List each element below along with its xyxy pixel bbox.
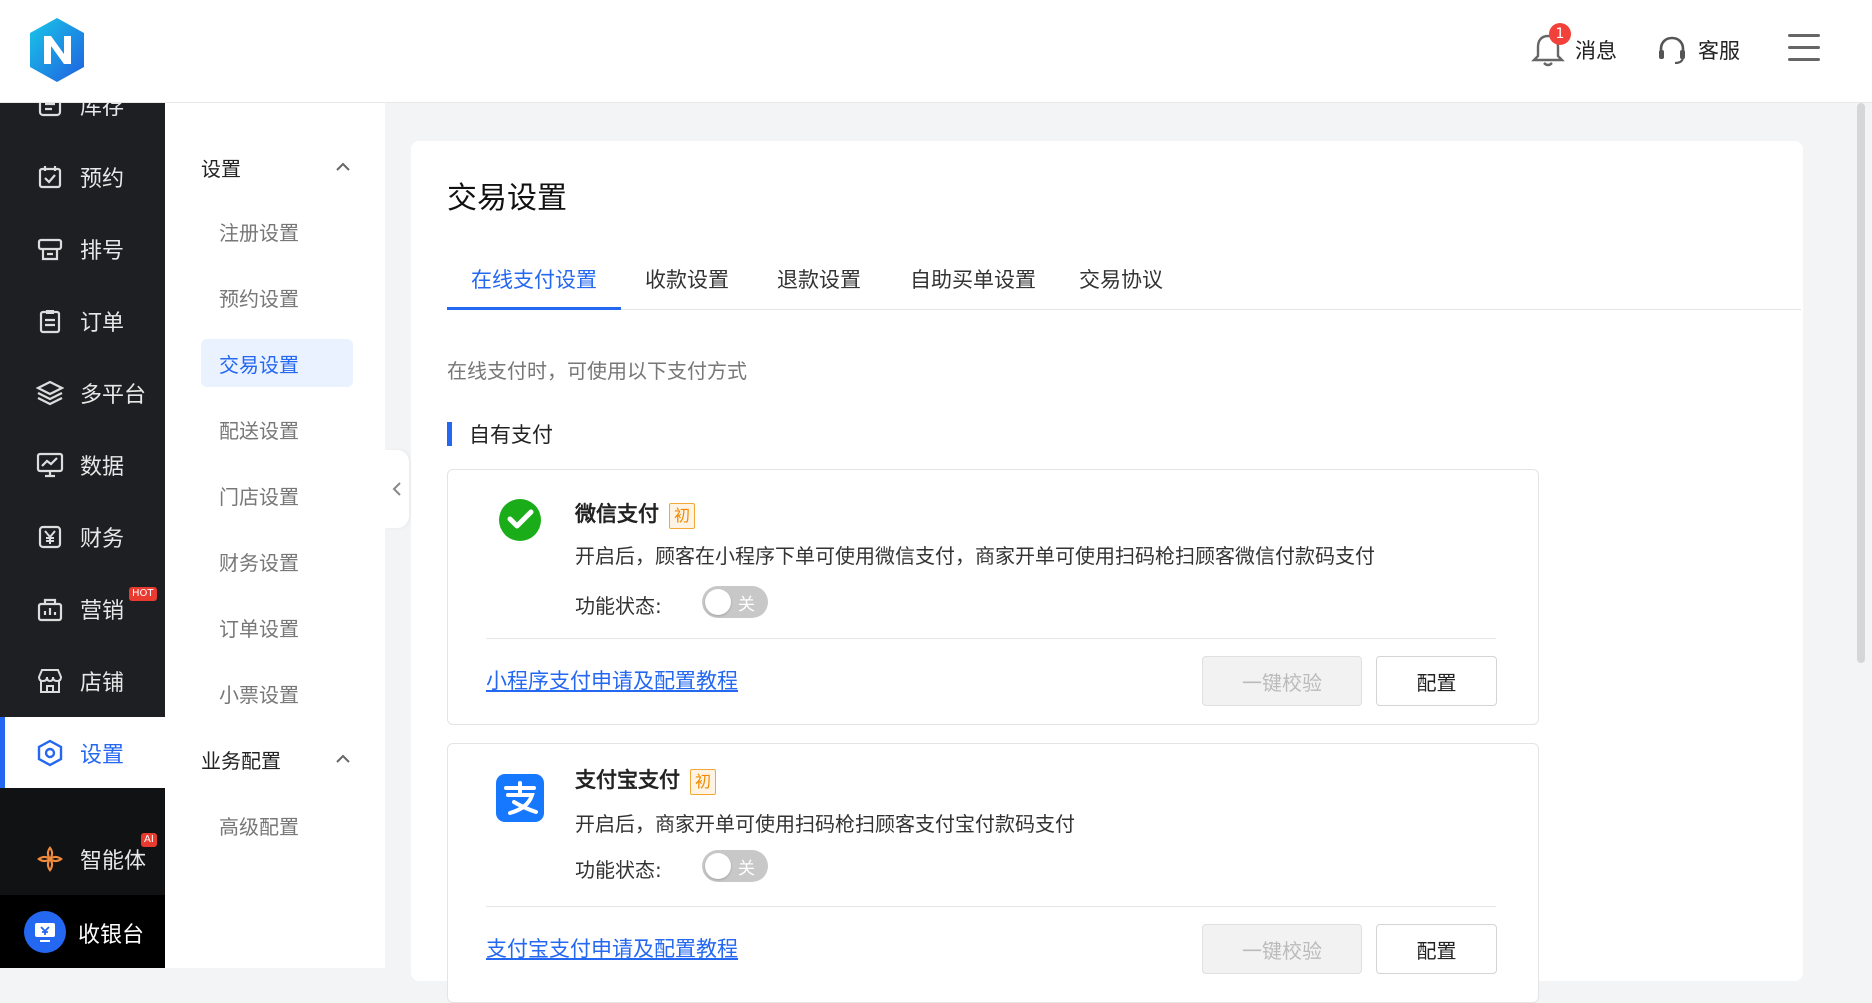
hamburger-menu-icon[interactable] <box>1788 34 1820 66</box>
wechat-config-button[interactable]: 配置 <box>1376 656 1497 706</box>
wechat-pay-card: 微信支付初 开启后，顾客在小程序下单可使用微信支付，商家开单可使用扫码枪扫顾客微… <box>447 469 1539 725</box>
tab-online-payment[interactable]: 在线支付设置 <box>447 253 621 310</box>
wechat-verify-button[interactable]: 一键校验 <box>1202 656 1362 706</box>
sidebar-item-marketing[interactable]: 营销 HOT <box>0 573 165 645</box>
subnav-item-store[interactable]: 门店设置 <box>201 471 353 519</box>
tab-agreement[interactable]: 交易协议 <box>1071 253 1171 310</box>
brand-logo[interactable] <box>26 16 88 84</box>
subnav-group-settings[interactable]: 设置 <box>201 147 351 187</box>
alipay-status-label: 功能状态: <box>575 858 662 882</box>
yen-icon <box>36 523 64 551</box>
message-count-badge: 1 <box>1549 23 1571 45</box>
sidebar-item-multiplatform[interactable]: 多平台 <box>0 357 165 429</box>
alipay-toggle[interactable]: 关 <box>702 850 768 882</box>
chart-monitor-icon <box>36 451 64 479</box>
subnav-item-receipt[interactable]: 小票设置 <box>201 669 353 717</box>
wechat-pay-toggle[interactable]: 关 <box>702 586 768 618</box>
wechat-status-label: 功能状态: <box>575 594 662 618</box>
sidebar-item-booking[interactable]: 预约 <box>0 141 165 213</box>
chevron-up-icon <box>336 754 350 763</box>
alipay-tutorial-link[interactable]: 支付宝支付申请及配置教程 <box>486 933 738 963</box>
wechat-pay-icon <box>499 499 541 541</box>
calendar-check-icon <box>36 163 64 191</box>
store-icon <box>36 667 64 695</box>
sidebar-item-queue[interactable]: 排号 <box>0 213 165 285</box>
tab-collection[interactable]: 收款设置 <box>637 253 737 310</box>
subnav-item-register[interactable]: 注册设置 <box>201 207 353 255</box>
sidebar-item-finance[interactable]: 财务 <box>0 501 165 573</box>
clipboard-icon <box>36 307 64 335</box>
collapse-subnav-handle[interactable] <box>385 450 409 528</box>
main-panel: 交易设置 在线支付设置 收款设置 退款设置 自助买单设置 交易协议 在线支付时，… <box>411 141 1803 1003</box>
main-sidebar: 库存 预约 排号 订单 多平台 数据 财务 营销 HOT 店铺 设置 智能体 A… <box>0 103 165 968</box>
subnav-item-finance[interactable]: 财务设置 <box>201 537 353 585</box>
alipay-title: 支付宝支付初 <box>575 764 716 795</box>
alipay-verify-button[interactable]: 一键校验 <box>1202 924 1362 974</box>
sidebar-item-inventory[interactable]: 库存 <box>0 103 165 141</box>
cashier-icon <box>24 911 66 953</box>
toggle-knob <box>705 853 731 879</box>
settings-hex-icon <box>36 739 64 767</box>
sidebar-item-settings[interactable]: 设置 <box>0 717 165 789</box>
tab-refund[interactable]: 退款设置 <box>769 253 869 310</box>
wechat-pay-title: 微信支付初 <box>575 498 695 529</box>
cashier-label: 收银台 <box>78 923 145 948</box>
subnav-group-business[interactable]: 业务配置 <box>201 739 351 779</box>
subnav-item-trade[interactable]: 交易设置 <box>201 339 353 387</box>
sidebar-item-store[interactable]: 店铺 <box>0 645 165 717</box>
alipay-card: 支付宝支付初 开启后，商家开单可使用扫码枪扫顾客支付宝付款码支付 功能状态: 关… <box>447 743 1539 1003</box>
payment-description: 在线支付时，可使用以下支付方式 <box>447 359 747 383</box>
alipay-config-button[interactable]: 配置 <box>1376 924 1497 974</box>
messages-button[interactable]: 1 消息 <box>1531 23 1617 70</box>
queue-ticket-icon <box>36 235 64 263</box>
top-header: 1 消息 客服 <box>0 0 1872 103</box>
page-scrollbar[interactable] <box>1857 103 1865 663</box>
inventory-icon <box>36 103 64 119</box>
alipay-description: 开启后，商家开单可使用扫码枪扫顾客支付宝付款码支付 <box>575 812 1075 836</box>
cashier-button[interactable]: 收银台 <box>0 895 165 968</box>
tab-bar: 在线支付设置 收款设置 退款设置 自助买单设置 交易协议 <box>447 253 1801 310</box>
beginner-tag: 初 <box>690 769 716 795</box>
subnav-item-booking[interactable]: 预约设置 <box>201 273 353 321</box>
card-divider <box>486 906 1496 907</box>
ai-badge: AI <box>141 833 157 847</box>
page-title: 交易设置 <box>447 181 567 216</box>
beginner-tag: 初 <box>669 503 695 529</box>
customer-service-button[interactable]: 客服 <box>1656 30 1740 70</box>
subnav-item-delivery[interactable]: 配送设置 <box>201 405 353 453</box>
section-title: 自有支付 <box>447 422 553 447</box>
chevron-up-icon <box>336 162 350 171</box>
chevron-left-icon <box>392 482 401 496</box>
alipay-icon <box>496 774 544 822</box>
headset-icon <box>1659 36 1685 64</box>
settings-subnav: 设置 注册设置 预约设置 交易设置 配送设置 门店设置 财务设置 订单设置 小票… <box>165 103 385 968</box>
card-divider <box>486 638 1496 639</box>
layers-icon <box>36 379 64 407</box>
service-label: 客服 <box>1698 39 1740 63</box>
toggle-knob <box>705 589 731 615</box>
tab-self-checkout[interactable]: 自助买单设置 <box>905 253 1041 310</box>
wechat-pay-description: 开启后，顾客在小程序下单可使用微信支付，商家开单可使用扫码枪扫顾客微信付款码支付 <box>575 544 1375 568</box>
sidebar-item-orders[interactable]: 订单 <box>0 285 165 357</box>
agent-icon <box>36 845 64 873</box>
marketing-icon <box>36 595 64 623</box>
hot-badge: HOT <box>129 587 157 601</box>
wechat-tutorial-link[interactable]: 小程序支付申请及配置教程 <box>486 665 738 695</box>
subnav-item-advanced[interactable]: 高级配置 <box>201 801 353 849</box>
subnav-item-order[interactable]: 订单设置 <box>201 603 353 651</box>
sidebar-item-data[interactable]: 数据 <box>0 429 165 501</box>
sidebar-item-agent[interactable]: 智能体 AI <box>0 823 165 895</box>
messages-label: 消息 <box>1575 39 1617 63</box>
